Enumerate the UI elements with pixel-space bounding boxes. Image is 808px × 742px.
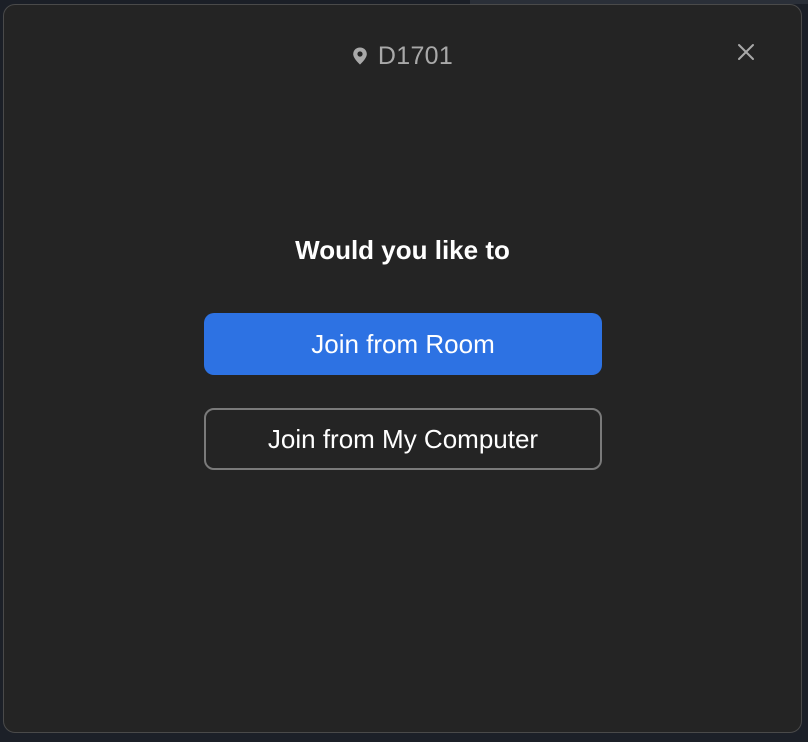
location-pin-icon [353, 47, 367, 65]
join-from-computer-button[interactable]: Join from My Computer [204, 408, 602, 470]
join-options-dialog: D1701 Would you like to Join from Room J… [3, 4, 802, 733]
prompt-heading: Would you like to [295, 235, 510, 265]
join-from-room-label: Join from Room [311, 328, 495, 359]
room-name: D1701 [377, 42, 454, 70]
join-from-room-button[interactable]: Join from Room [204, 313, 602, 375]
close-icon [738, 44, 754, 60]
join-from-computer-label: Join from My Computer [267, 423, 539, 454]
close-button[interactable] [734, 40, 758, 64]
room-location: D1701 [4, 41, 801, 71]
